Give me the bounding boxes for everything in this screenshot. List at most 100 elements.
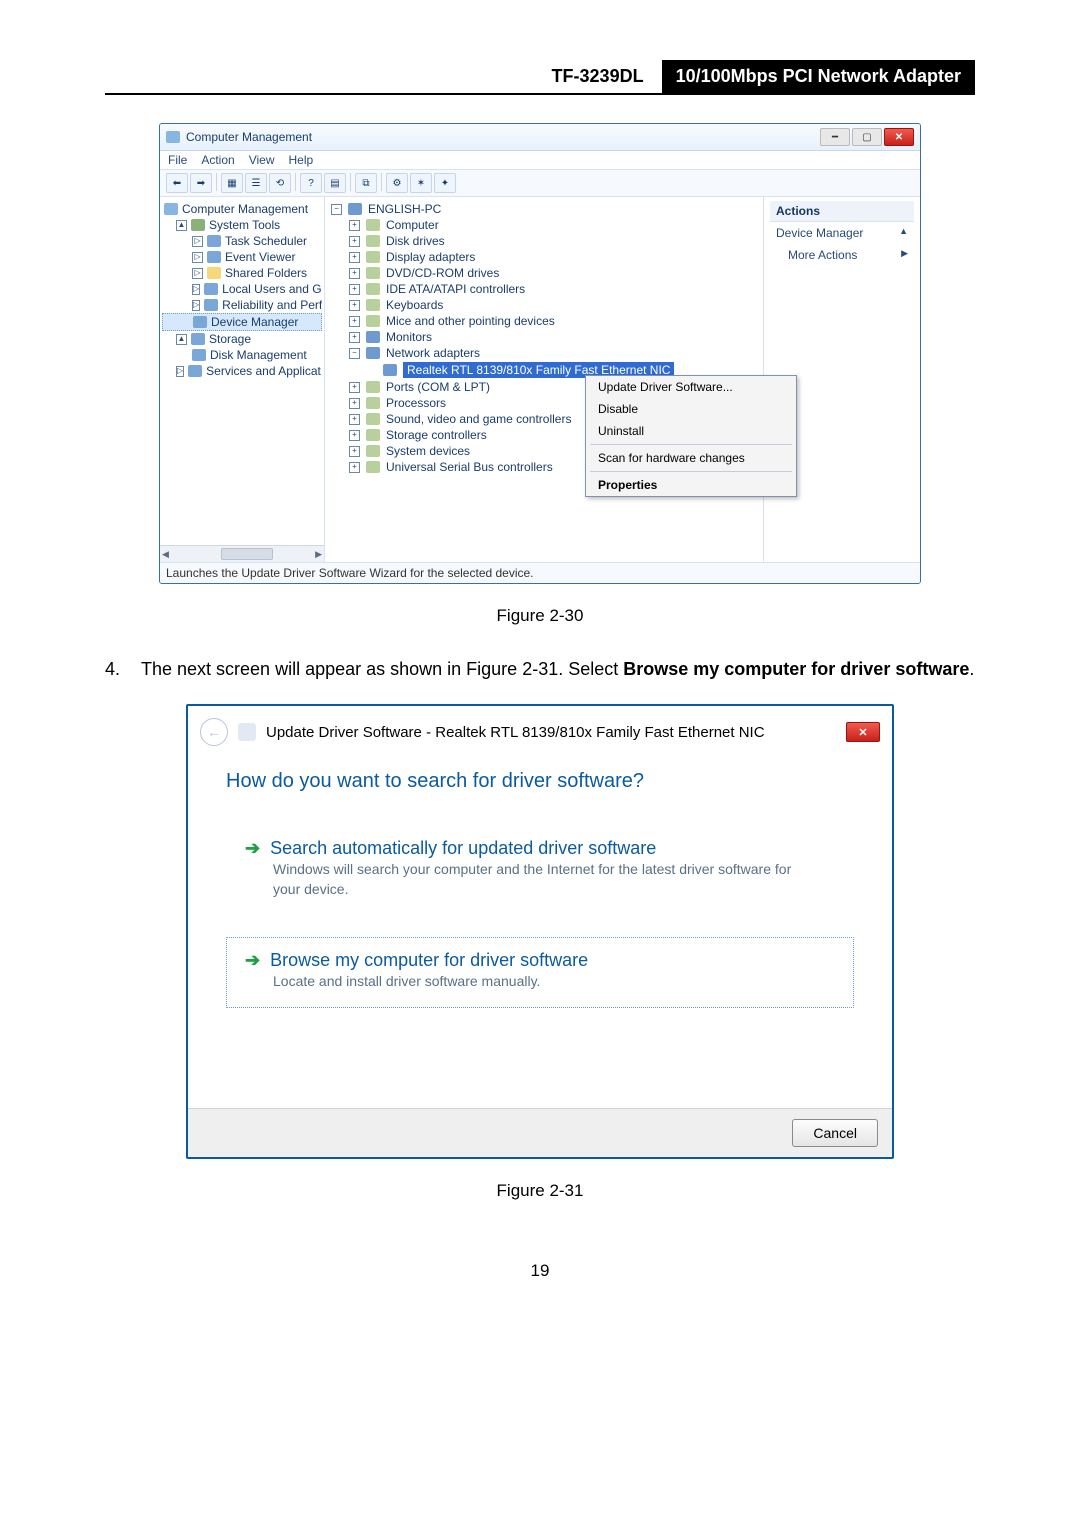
expander-icon[interactable]: +: [349, 220, 360, 231]
ctx-properties[interactable]: Properties: [586, 474, 796, 496]
menu-view[interactable]: View: [249, 153, 275, 167]
expander-icon[interactable]: +: [349, 284, 360, 295]
device-category[interactable]: +Computer: [349, 217, 757, 233]
device-category[interactable]: +Monitors: [349, 329, 757, 345]
expander-icon[interactable]: ▲: [176, 334, 187, 345]
tree-label: Local Users and Gro: [222, 282, 322, 296]
maximize-button[interactable]: ▢: [852, 128, 882, 146]
computer-icon: [164, 203, 178, 215]
tree-item[interactable]: ▷Reliability and Perf: [162, 297, 322, 313]
expander-icon[interactable]: +: [349, 398, 360, 409]
scroll-right-icon[interactable]: ▶: [315, 549, 322, 560]
expander-icon[interactable]: ▷: [192, 268, 203, 279]
help-icon[interactable]: ?: [300, 173, 322, 193]
expander-icon[interactable]: ▲: [176, 220, 187, 231]
scope-pane: Computer Management ▲System Tools ▷Task …: [160, 197, 325, 562]
expander-icon[interactable]: +: [349, 446, 360, 457]
arrow-right-icon: ➔: [245, 950, 260, 971]
dialog-title-device: Realtek RTL 8139/810x Family Fast Ethern…: [435, 724, 764, 741]
cancel-button[interactable]: Cancel: [792, 1119, 878, 1147]
option-browse[interactable]: ➔ Browse my computer for driver software…: [226, 937, 854, 1008]
tree-item[interactable]: ▲Storage: [162, 331, 322, 347]
ctx-disable[interactable]: Disable: [586, 398, 796, 420]
toolbar-button[interactable]: ✶: [410, 173, 432, 193]
toolbar-button[interactable]: ⟲: [269, 173, 291, 193]
expander-icon[interactable]: −: [331, 204, 342, 215]
expander-icon[interactable]: +: [349, 252, 360, 263]
step-text-bold: Browse my computer for driver software: [623, 659, 969, 679]
device-category[interactable]: +IDE ATA/ATAPI controllers: [349, 281, 757, 297]
ctx-update-driver[interactable]: Update Driver Software...: [586, 376, 796, 398]
scroll-left-icon[interactable]: ◀: [162, 549, 169, 560]
tree-item[interactable]: ▲System Tools: [162, 217, 322, 233]
tree-item[interactable]: ▷Shared Folders: [162, 265, 322, 281]
device-category-network[interactable]: −Network adapters: [349, 345, 757, 361]
device-manager-icon: [193, 316, 207, 328]
device-category[interactable]: + Keyboards: [349, 297, 757, 313]
device-icon: [366, 381, 380, 393]
nav-fwd-icon[interactable]: ➡: [190, 173, 212, 193]
ctx-uninstall[interactable]: Uninstall: [586, 420, 796, 442]
device-category[interactable]: +Disk drives: [349, 233, 757, 249]
device-root[interactable]: −ENGLISH-PC: [331, 201, 757, 217]
device-label: Universal Serial Bus controllers: [386, 460, 553, 474]
expander-icon[interactable]: ▷: [192, 236, 203, 247]
device-icon: [366, 283, 380, 295]
network-icon: [366, 347, 380, 359]
device-category[interactable]: +Mice and other pointing devices: [349, 313, 757, 329]
option-search-auto[interactable]: ➔ Search automatically for updated drive…: [226, 825, 854, 917]
toolbar-separator: [381, 173, 382, 191]
expander-icon[interactable]: +: [349, 414, 360, 425]
model-description: 10/100Mbps PCI Network Adapter: [662, 60, 975, 93]
device-category[interactable]: +DVD/CD-ROM drives: [349, 265, 757, 281]
scroll-thumb[interactable]: [221, 548, 273, 560]
toolbar-button[interactable]: ▦: [221, 173, 243, 193]
expander-icon[interactable]: +: [349, 300, 360, 311]
tree-item[interactable]: ▷ Local Users and Gro: [162, 281, 322, 297]
toolbar-button[interactable]: ✦: [434, 173, 456, 193]
minimize-button[interactable]: ━: [820, 128, 850, 146]
device-icon: [366, 445, 380, 457]
toolbar-button[interactable]: ⧉: [355, 173, 377, 193]
expander-icon[interactable]: +: [349, 268, 360, 279]
expander-icon[interactable]: ▷: [192, 252, 203, 263]
menu-help[interactable]: Help: [289, 153, 314, 167]
dialog-close-button[interactable]: ✕: [846, 722, 880, 742]
tree-item[interactable]: Disk Management: [162, 347, 322, 363]
device-label: Keyboards: [386, 298, 443, 312]
expander-icon[interactable]: +: [349, 462, 360, 473]
nav-back-icon[interactable]: ⬅: [166, 173, 188, 193]
toolbar-button[interactable]: ▤: [324, 173, 346, 193]
tree-label: Services and Applicat: [206, 364, 321, 378]
actions-row[interactable]: More Actions▶: [770, 244, 914, 266]
actions-row[interactable]: Device Manager▲: [770, 222, 914, 244]
tree-root[interactable]: Computer Management: [162, 201, 322, 217]
expander-icon[interactable]: +: [349, 316, 360, 327]
toolbar-separator: [216, 173, 217, 191]
device-icon: [366, 315, 380, 327]
device-category[interactable]: +Display adapters: [349, 249, 757, 265]
expander-icon[interactable]: ▷: [192, 300, 200, 311]
expander-icon[interactable]: ▷: [176, 366, 184, 377]
tree-item[interactable]: ▷ Services and Applicat: [162, 363, 322, 379]
expander-icon[interactable]: −: [349, 348, 360, 359]
expander-icon[interactable]: +: [349, 332, 360, 343]
expander-icon[interactable]: +: [349, 382, 360, 393]
tree-item[interactable]: ▷Event Viewer: [162, 249, 322, 265]
back-button[interactable]: ←: [200, 718, 228, 746]
expander-icon[interactable]: +: [349, 430, 360, 441]
close-button[interactable]: ✕: [884, 128, 914, 146]
menu-file[interactable]: File: [168, 153, 187, 167]
tree-item[interactable]: ▷Task Scheduler: [162, 233, 322, 249]
device-icon: [366, 267, 380, 279]
horizontal-scrollbar[interactable]: ◀ ▶: [160, 545, 324, 562]
device-icon: [366, 461, 380, 473]
toolbar-button[interactable]: ☰: [245, 173, 267, 193]
figure-caption: Figure 2-30: [105, 606, 975, 626]
expander-icon[interactable]: ▷: [192, 284, 200, 295]
ctx-scan[interactable]: Scan for hardware changes: [586, 447, 796, 469]
expander-icon[interactable]: +: [349, 236, 360, 247]
menu-action[interactable]: Action: [201, 153, 234, 167]
tree-item-device-manager[interactable]: Device Manager: [162, 313, 322, 331]
toolbar-button[interactable]: ⚙: [386, 173, 408, 193]
